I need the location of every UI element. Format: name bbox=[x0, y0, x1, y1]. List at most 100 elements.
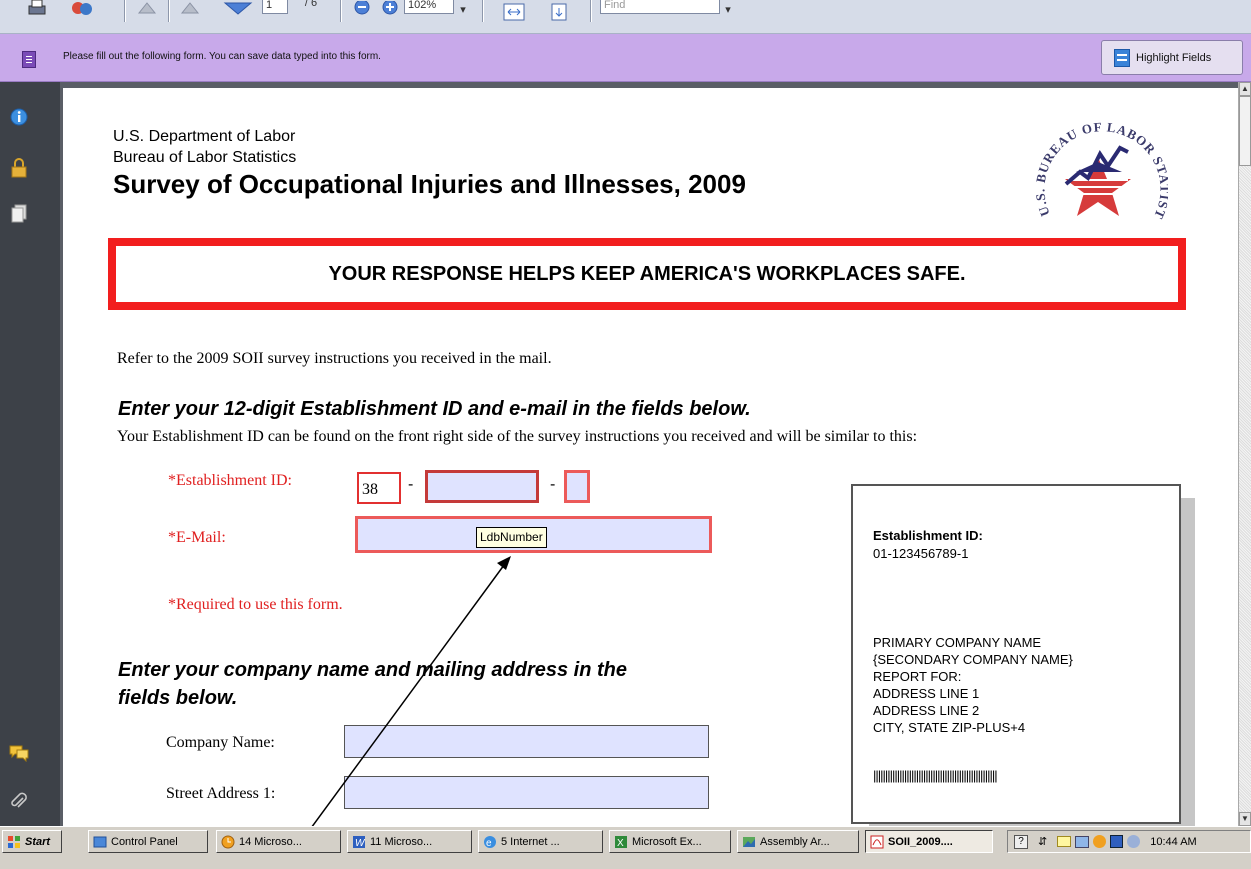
comments-icon[interactable] bbox=[8, 744, 30, 766]
taskbar-internet-explorer[interactable]: e 5 Internet ... bbox=[478, 830, 603, 853]
toolbar-separator bbox=[482, 0, 484, 22]
highlight-fields-label: Highlight Fields bbox=[1136, 51, 1212, 64]
pages-icon[interactable] bbox=[8, 204, 30, 228]
bls-seal-logo: U.S. BUREAU OF LABOR STATISTICS bbox=[1023, 90, 1172, 232]
taskbar-item-label: Microsoft Ex... bbox=[632, 835, 702, 848]
highlight-fields-button[interactable]: Highlight Fields bbox=[1101, 40, 1243, 75]
form-message-bar: Please fill out the following form. You … bbox=[0, 34, 1251, 82]
sample-line: PRIMARY COMPANY NAME bbox=[873, 635, 1042, 650]
establishment-id-part3[interactable] bbox=[564, 470, 590, 503]
toolbar-separator bbox=[168, 0, 170, 22]
establishment-id-part1[interactable]: 38 bbox=[357, 472, 401, 504]
field-tooltip: LdbNumber bbox=[476, 527, 547, 548]
taskbar-assembly[interactable]: Assembly Ar... bbox=[737, 830, 859, 853]
sample-address-block: PRIMARY COMPANY NAME {SECONDARY COMPANY … bbox=[873, 634, 1073, 736]
windows-taskbar: Start Control Panel 14 Microso... W 11 M… bbox=[0, 826, 1251, 869]
scroll-up-arrow-icon[interactable]: ▲ bbox=[1239, 82, 1251, 96]
lock-icon[interactable] bbox=[8, 158, 30, 182]
antivirus-icon[interactable] bbox=[1110, 835, 1124, 848]
clock[interactable]: 10:44 AM bbox=[1150, 836, 1196, 848]
sample-line: REPORT FOR: bbox=[873, 669, 962, 684]
establishment-help-text: Your Establishment ID can be found on th… bbox=[117, 428, 918, 445]
establishment-id-label: *Establishment ID: bbox=[168, 472, 292, 489]
taskbar-soii-pdf[interactable]: SOII_2009.... bbox=[865, 830, 993, 853]
section-heading-address-line1: Enter your company name and mailing addr… bbox=[118, 659, 628, 681]
street-address-1-field[interactable] bbox=[344, 776, 709, 809]
taskbar-outlook[interactable]: 14 Microso... bbox=[216, 830, 341, 853]
page-title: Survey of Occupational Injuries and Illn… bbox=[113, 169, 746, 199]
sample-estab-value: 01-123456789-1 bbox=[873, 546, 969, 561]
zoom-out-icon[interactable] bbox=[350, 0, 374, 24]
taskbar-excel[interactable]: X Microsoft Ex... bbox=[609, 830, 731, 853]
id-dash-1: - bbox=[408, 476, 414, 493]
taskbar-item-label: SOII_2009.... bbox=[888, 835, 953, 848]
fit-width-icon[interactable] bbox=[499, 0, 529, 24]
mail-icon[interactable] bbox=[1057, 836, 1072, 847]
internet-explorer-icon: e bbox=[484, 835, 496, 849]
help-icon[interactable]: ? bbox=[1014, 834, 1028, 849]
print-icon[interactable] bbox=[24, 0, 50, 24]
sample-line: CITY, STATE ZIP-PLUS+4 bbox=[873, 720, 1026, 735]
fit-page-icon[interactable] bbox=[544, 0, 574, 24]
info-icon[interactable] bbox=[8, 108, 30, 130]
word-icon: W bbox=[353, 835, 366, 849]
outlook-icon bbox=[221, 835, 235, 848]
toolbar-separator bbox=[340, 0, 342, 22]
scroll-thumb[interactable] bbox=[1239, 96, 1251, 166]
sample-line: ADDRESS LINE 2 bbox=[873, 703, 980, 718]
page-number-field[interactable]: 1 bbox=[262, 0, 288, 14]
taskbar-item-label: Control Panel bbox=[111, 835, 178, 848]
taskbar-item-label: 5 Internet ... bbox=[501, 835, 560, 848]
sample-line: {SECONDARY COMPANY NAME} bbox=[873, 652, 1073, 667]
taskbar-item-label: 14 Microso... bbox=[239, 835, 302, 848]
company-name-field[interactable] bbox=[344, 725, 709, 758]
attachments-icon[interactable] bbox=[8, 792, 30, 816]
page-total: / 6 bbox=[304, 0, 318, 9]
collaborate-icon[interactable] bbox=[68, 0, 100, 24]
next-page-icon[interactable] bbox=[222, 0, 254, 24]
volume-icon[interactable] bbox=[1127, 835, 1141, 848]
form-message: Please fill out the following form. You … bbox=[63, 51, 381, 62]
sample-line: ADDRESS LINE 1 bbox=[873, 686, 980, 701]
refer-instructions: Refer to the 2009 SOII survey instructio… bbox=[117, 350, 552, 367]
scroll-down-arrow-icon[interactable]: ▼ bbox=[1239, 812, 1251, 826]
system-tray: ? ⇵ 10:44 AM bbox=[1007, 830, 1251, 853]
svg-text:e: e bbox=[486, 838, 492, 849]
response-banner: YOUR RESPONSE HELPS KEEP AMERICA'S WORKP… bbox=[108, 238, 1186, 310]
find-dropdown-icon[interactable]: ▾ bbox=[722, 0, 734, 24]
assembly-icon bbox=[743, 836, 755, 847]
page-up-icon[interactable] bbox=[134, 0, 160, 24]
establishment-id-part2[interactable] bbox=[425, 470, 539, 503]
form-icon bbox=[22, 51, 36, 68]
zoom-dropdown-icon[interactable]: ▾ bbox=[457, 0, 469, 24]
zoom-in-icon[interactable] bbox=[378, 0, 402, 24]
company-name-label: Company Name: bbox=[166, 734, 275, 751]
sample-mailing-label: Establishment ID: 01-123456789-1 PRIMARY… bbox=[851, 484, 1181, 824]
zoom-field[interactable]: 102% bbox=[404, 0, 454, 14]
printer-icon[interactable] bbox=[1075, 835, 1090, 848]
vertical-scrollbar[interactable]: ▲ ▼ bbox=[1238, 82, 1251, 826]
required-note: *Required to use this form. bbox=[168, 596, 343, 613]
start-button[interactable]: Start bbox=[2, 830, 62, 853]
sample-estab-title: Establishment ID: bbox=[873, 528, 983, 543]
department-name: U.S. Department of Labor bbox=[113, 128, 296, 145]
taskbar-word[interactable]: W 11 Microso... bbox=[347, 830, 472, 853]
navigation-pane bbox=[0, 82, 60, 826]
section-heading-establishment: Enter your 12-digit Establishment ID and… bbox=[118, 398, 751, 420]
excel-icon: X bbox=[615, 835, 627, 849]
taskbar-control-panel[interactable]: Control Panel bbox=[88, 830, 208, 853]
toolbar-separator bbox=[124, 0, 126, 22]
toolbar-separator bbox=[590, 0, 592, 22]
svg-text:X: X bbox=[617, 838, 624, 849]
sample-barcode: ||||||||||||||||||||||||||||||||||||||||… bbox=[873, 768, 998, 783]
network-icon[interactable]: ⇵ bbox=[1038, 835, 1047, 848]
start-label: Start bbox=[25, 835, 51, 848]
find-field[interactable]: Find bbox=[600, 0, 720, 14]
taskbar-item-label: Assembly Ar... bbox=[760, 835, 830, 848]
taskbar-item-label: 11 Microso... bbox=[370, 835, 433, 848]
street-address-1-label: Street Address 1: bbox=[166, 785, 276, 802]
outlook-tray-icon[interactable] bbox=[1093, 835, 1107, 848]
previous-page-icon[interactable] bbox=[177, 0, 203, 24]
windows-logo-icon bbox=[8, 835, 20, 848]
id-dash-2: - bbox=[550, 476, 556, 493]
